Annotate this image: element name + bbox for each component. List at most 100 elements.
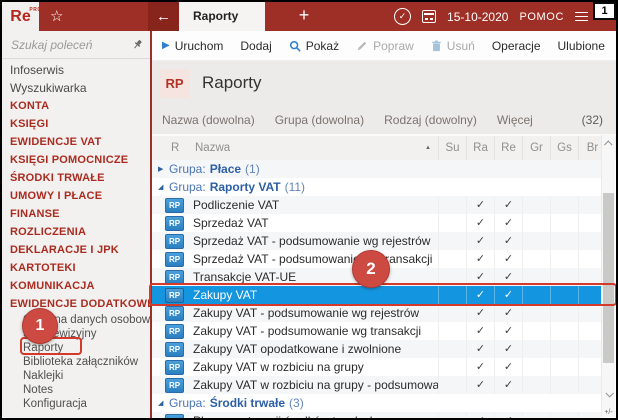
report-row-zakupy-vat-podsumowanie-wg-rejestrów[interactable]: RP Zakupy VAT - podsumowanie wg rejestrów… bbox=[152, 304, 606, 322]
report-name: Podliczenie VAT bbox=[193, 198, 280, 212]
empty-cell-gs bbox=[550, 304, 578, 322]
filter-więcej[interactable]: Więcej bbox=[497, 113, 533, 127]
new-tab-button[interactable]: + bbox=[288, 2, 320, 31]
report-row-zakupy-vat-w-rozbiciu-na-grupy-podsumowanie[interactable]: RP Zakupy VAT w rozbiciu na grupy - podsu… bbox=[152, 376, 606, 394]
main-panel: ▶ Uruchom Dodaj Pokaż Popraw Usuń Operac… bbox=[152, 31, 616, 418]
filter-nazwa-dowolna[interactable]: Nazwa (dowolna) bbox=[162, 113, 255, 127]
column-header-gs[interactable]: Gs bbox=[550, 136, 578, 160]
sidebar-item-komunikacja[interactable]: KOMUNIKACJA bbox=[2, 277, 150, 295]
sidebar-item-konta[interactable]: KONTA bbox=[2, 97, 150, 115]
scroll-down-icon[interactable] bbox=[602, 387, 615, 401]
report-name: Transakcje VAT-UE bbox=[193, 270, 297, 284]
status-check-circle-icon[interactable]: ✓ bbox=[394, 8, 412, 25]
scrollbar-thumb[interactable] bbox=[603, 193, 614, 363]
empty-cell-gs bbox=[550, 376, 578, 394]
empty-cell-gr bbox=[522, 214, 550, 232]
column-header-nazwa[interactable]: Nazwa ▲ bbox=[195, 142, 438, 154]
report-type-icon: RP bbox=[165, 215, 184, 231]
operations-button[interactable]: Operacje bbox=[492, 39, 541, 53]
report-row-podliczenie-vat[interactable]: RP Podliczenie VAT ✓ ✓ bbox=[152, 196, 606, 214]
sidebar-item-wyszukiwarka[interactable]: Wyszukiwarka bbox=[2, 79, 150, 97]
report-type-icon: RP bbox=[165, 197, 184, 213]
sidebar-item-ewidencje-dodatkowe[interactable]: EWIDENCJE DODATKOWE bbox=[2, 295, 150, 313]
sidebar-item-infoserwis[interactable]: Infoserwis bbox=[2, 61, 150, 79]
empty-cell-su bbox=[438, 412, 466, 418]
sidebar-item-kartoteki[interactable]: KARTOTEKI bbox=[2, 259, 150, 277]
group-count: (1) bbox=[245, 162, 260, 176]
sidebar-item-biblioteka-załączników[interactable]: Biblioteka załączników bbox=[2, 355, 150, 369]
report-row-plan-amortyzacji-środków-trwałych[interactable]: RP Plan amortyzacji środków trwałych ✓✓ bbox=[152, 412, 606, 418]
delete-button[interactable]: Usuń bbox=[431, 39, 475, 53]
record-count: (32) bbox=[581, 112, 603, 127]
back-button[interactable]: ← bbox=[148, 2, 179, 31]
empty-cell-gs bbox=[550, 322, 578, 340]
column-header-ra[interactable]: Ra bbox=[466, 136, 494, 160]
group-name: Środki trwałe bbox=[209, 396, 286, 410]
sidebar-item-księgi-pomocnicze[interactable]: KSIĘGI POMOCNICZE bbox=[2, 151, 150, 169]
scroll-up-icon[interactable] bbox=[602, 137, 615, 151]
annotation-step-2: 2 bbox=[352, 250, 390, 288]
check-icon-re: ✓ bbox=[494, 232, 522, 250]
check-column-headers: Su Ra Re Gr Gs Br bbox=[438, 136, 606, 160]
group-row-płace[interactable]: ▶ Grupa: Płace (1) bbox=[152, 160, 606, 178]
vertical-scrollbar[interactable]: +/- bbox=[601, 135, 615, 417]
sidebar-item-naklejki[interactable]: Naklejki bbox=[2, 369, 150, 383]
report-row-sprzedaż-vat-podsumowanie-wg-rejestrów[interactable]: RP Sprzedaż VAT - podsumowanie wg rejestr… bbox=[152, 232, 606, 250]
sidebar-item-notes[interactable]: Notes bbox=[2, 383, 150, 397]
report-name: Zakupy VAT opodatkowane i zwolnione bbox=[193, 342, 402, 356]
top-bar: Re PRO ☆ ← Raporty + ✓ 15-10-2020 POMOC 1 bbox=[2, 2, 616, 31]
pin-icon[interactable] bbox=[132, 39, 143, 50]
filter-rodzaj-dowolny[interactable]: Rodzaj (dowolny) bbox=[384, 113, 477, 127]
check-icon-ra: ✓ bbox=[466, 304, 494, 322]
column-header-gr[interactable]: Gr bbox=[522, 136, 550, 160]
column-header-su[interactable]: Su bbox=[438, 136, 466, 160]
report-name: Plan amortyzacji środków trwałych bbox=[193, 414, 438, 418]
column-header-re[interactable]: Re bbox=[494, 136, 522, 160]
page-header: RP Raporty bbox=[152, 61, 616, 105]
expand-group-icon[interactable]: ▶ bbox=[158, 165, 169, 173]
play-icon: ▶ bbox=[162, 39, 170, 51]
empty-cell-gs bbox=[550, 412, 578, 418]
filter-grupa-dowolna[interactable]: Grupa (dowolna) bbox=[275, 113, 364, 127]
command-search[interactable]: Szukaj poleceń bbox=[2, 31, 150, 59]
check-icon-re: ✓ bbox=[494, 358, 522, 376]
group-count: (3) bbox=[289, 396, 304, 410]
sidebar-item-ewidencje-vat[interactable]: EWIDENCJE VAT bbox=[2, 133, 150, 151]
tab-raporty[interactable]: Raporty bbox=[179, 2, 265, 31]
empty-cell-gs bbox=[550, 196, 578, 214]
empty-cell-su bbox=[438, 322, 466, 340]
collapse-group-icon[interactable]: ◢ bbox=[158, 399, 169, 407]
table-header: R Nazwa ▲ Su Ra Re Gr Gs Br bbox=[152, 134, 616, 160]
report-row-zakupy-vat-podsumowanie-wg-transakcji[interactable]: RP Zakupy VAT - podsumowanie wg transakcj… bbox=[152, 322, 606, 340]
run-button[interactable]: ▶ Uruchom bbox=[162, 39, 223, 53]
sidebar-item-księgi[interactable]: KSIĘGI bbox=[2, 115, 150, 133]
empty-cell-su bbox=[438, 232, 466, 250]
help-menu[interactable]: POMOC bbox=[519, 11, 564, 23]
sidebar-item-deklaracje-i-jpk[interactable]: DEKLARACJE I JPK bbox=[2, 241, 150, 259]
sidebar-item-umowy-i-płace[interactable]: UMOWY I PŁACE bbox=[2, 187, 150, 205]
edit-button[interactable]: Popraw bbox=[356, 39, 414, 53]
favorites-star-icon[interactable]: ☆ bbox=[50, 7, 63, 26]
toolbar: ▶ Uruchom Dodaj Pokaż Popraw Usuń Operac… bbox=[152, 31, 616, 61]
sidebar-item-finanse[interactable]: FINANSE bbox=[2, 205, 150, 223]
favorites-button[interactable]: Ulubione bbox=[558, 39, 605, 53]
report-row-zakupy-vat-opodatkowane-i-zwolnione[interactable]: RP Zakupy VAT opodatkowane i zwolnione ✓ ✓ bbox=[152, 340, 606, 358]
group-row-raporty-vat[interactable]: ◢ Grupa: Raporty VAT (11) bbox=[152, 178, 606, 196]
sidebar-item-konfiguracja[interactable]: Konfiguracja bbox=[2, 397, 150, 411]
report-row-sprzedaż-vat[interactable]: RP Sprzedaż VAT ✓ ✓ bbox=[152, 214, 606, 232]
back-arrow-icon: ← bbox=[156, 8, 171, 25]
show-button[interactable]: Pokaż bbox=[289, 39, 339, 53]
menu-icon[interactable] bbox=[575, 11, 588, 22]
column-header-r[interactable]: R bbox=[152, 142, 195, 154]
group-row-środki-trwałe[interactable]: ◢ Grupa: Środki trwałe (3) bbox=[152, 394, 606, 412]
check-icon-re: ✓ bbox=[494, 214, 522, 232]
empty-cell-su bbox=[438, 196, 466, 214]
sidebar-item-środki-trwałe[interactable]: ŚRODKI TRWAŁE bbox=[2, 169, 150, 187]
sidebar-item-rozliczenia[interactable]: ROZLICZENIA bbox=[2, 223, 150, 241]
current-date[interactable]: 15-10-2020 bbox=[447, 10, 508, 24]
report-row-zakupy-vat-w-rozbiciu-na-grupy[interactable]: RP Zakupy VAT w rozbiciu na grupy ✓ ✓ bbox=[152, 358, 606, 376]
check-icon-re: ✓ bbox=[494, 304, 522, 322]
add-button[interactable]: Dodaj bbox=[240, 39, 271, 53]
collapse-group-icon[interactable]: ◢ bbox=[158, 183, 169, 191]
report-type-icon: RP bbox=[165, 305, 184, 321]
